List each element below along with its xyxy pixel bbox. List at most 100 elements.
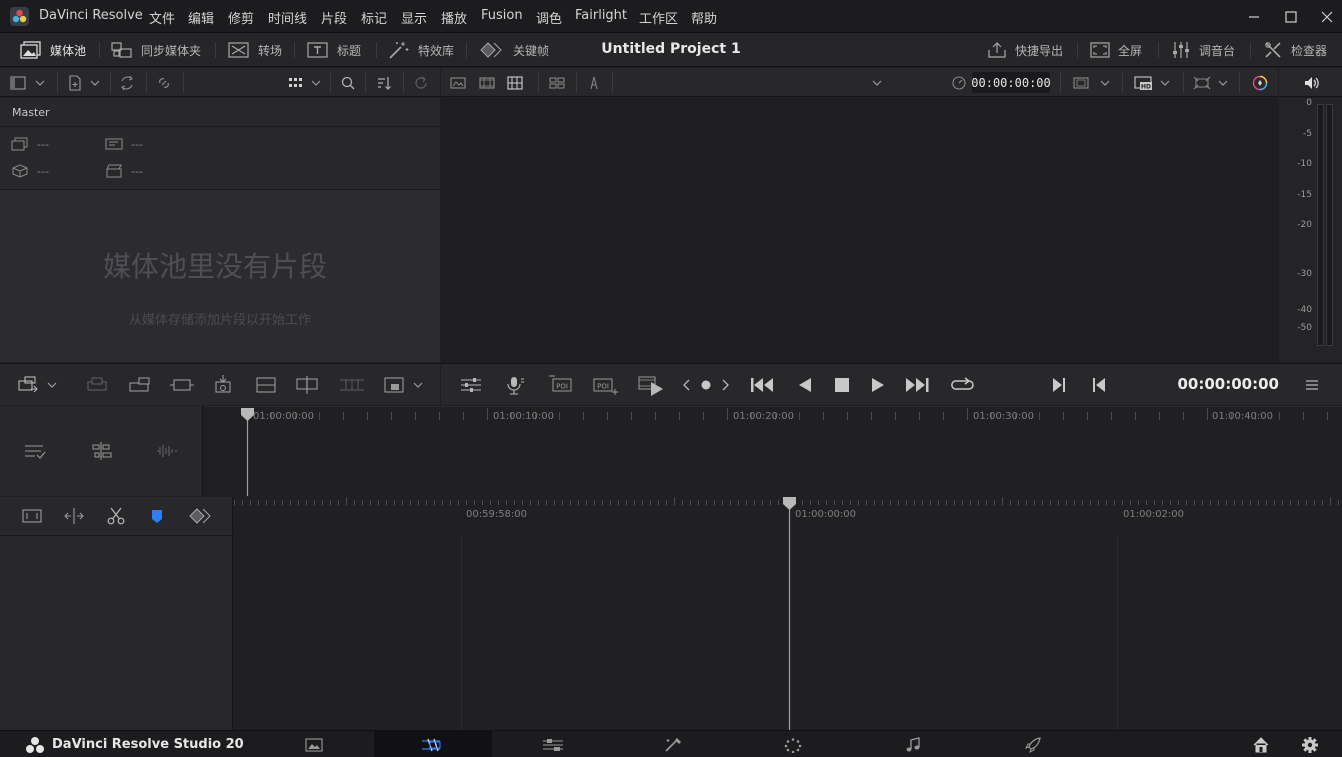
- timeline-overview[interactable]: 01:00:00:00 01:00:10:00 01:00:20:00 01:0…: [204, 406, 1342, 496]
- chevron-down-icon[interactable]: [45, 376, 59, 394]
- safe-area-icon[interactable]: [1072, 74, 1090, 92]
- menu-help[interactable]: 帮助: [691, 8, 717, 27]
- maximize-icon[interactable]: [1283, 9, 1299, 25]
- selection-mode-icon[interactable]: [20, 506, 44, 526]
- transform-icon[interactable]: [1193, 74, 1211, 92]
- color-fx-icon[interactable]: [1251, 74, 1269, 92]
- speaker-icon[interactable]: [1302, 74, 1320, 92]
- place-on-top-icon[interactable]: [211, 374, 237, 396]
- minimize-icon[interactable]: [1246, 9, 1262, 25]
- menu-trim[interactable]: 修剪: [228, 8, 254, 27]
- page-deliver-button[interactable]: [974, 731, 1092, 757]
- menu-timeline[interactable]: 时间线: [268, 8, 307, 27]
- microphone-icon[interactable]: [504, 375, 526, 395]
- list-view-icon[interactable]: [506, 74, 524, 92]
- gear-icon[interactable]: [1301, 736, 1319, 754]
- media-pool-empty-area[interactable]: 媒体池里没有片段 从媒体存储添加片段以开始工作: [0, 189, 440, 362]
- transport-timecode[interactable]: 00:00:00:00: [1153, 375, 1280, 395]
- chevron-down-icon[interactable]: [88, 74, 102, 92]
- play-clip-icon[interactable]: [637, 374, 667, 396]
- audio-wave-icon[interactable]: [585, 74, 603, 92]
- menu-fusion[interactable]: Fusion: [481, 8, 523, 23]
- sidebar-toggle-icon[interactable]: [9, 74, 27, 92]
- media-pool-button[interactable]: 媒体池: [20, 33, 86, 67]
- skip-to-end-icon[interactable]: [903, 375, 933, 395]
- chevron-down-icon[interactable]: [870, 74, 884, 92]
- menu-clip[interactable]: 片段: [321, 8, 347, 27]
- loop-icon[interactable]: [949, 375, 977, 395]
- play-icon[interactable]: [868, 375, 888, 395]
- stop-icon[interactable]: [832, 375, 852, 395]
- page-media-button[interactable]: [255, 731, 373, 757]
- track-align-icon[interactable]: [89, 441, 113, 461]
- sort-icon[interactable]: [375, 74, 393, 92]
- settings-sliders-icon[interactable]: [459, 375, 483, 395]
- keyframe-icon[interactable]: [188, 506, 214, 526]
- replace-clip-icon[interactable]: [127, 374, 153, 396]
- page-cut-button[interactable]: [374, 731, 492, 757]
- scissors-icon[interactable]: [106, 506, 126, 526]
- quick-export-button[interactable]: 快捷导出: [987, 33, 1063, 67]
- sync-icon[interactable]: [118, 74, 136, 92]
- menu-fairlight[interactable]: Fairlight: [575, 8, 627, 23]
- keyframes-button[interactable]: 关键帧: [479, 33, 549, 67]
- menu-playback[interactable]: 播放: [441, 8, 467, 27]
- chevron-down-icon[interactable]: [33, 74, 47, 92]
- poi-icon[interactable]: POI: [547, 374, 575, 396]
- effects-button[interactable]: 特效库: [388, 33, 454, 67]
- next-marker-icon[interactable]: [719, 376, 731, 394]
- menu-view[interactable]: 显示: [401, 8, 427, 27]
- inspector-button[interactable]: 检查器: [1263, 33, 1327, 67]
- ripple-overwrite-icon[interactable]: [295, 374, 321, 396]
- trim-mode-icon[interactable]: [63, 506, 85, 526]
- audio-waveform-icon[interactable]: [154, 441, 180, 461]
- sync-bin-button[interactable]: 同步媒体夹: [111, 33, 201, 67]
- layout-icon[interactable]: [548, 74, 566, 92]
- thumbnail-view-icon[interactable]: [449, 74, 467, 92]
- menu-workspace[interactable]: 工作区: [639, 8, 678, 27]
- menu-edit[interactable]: 编辑: [188, 8, 214, 27]
- fullscreen-button[interactable]: 全屏: [1090, 33, 1142, 67]
- speed-dial-icon[interactable]: [950, 74, 968, 92]
- fit-to-fill-icon[interactable]: [169, 374, 195, 396]
- marker-dot-icon[interactable]: [699, 376, 713, 394]
- chevron-down-icon[interactable]: [1216, 74, 1230, 92]
- hd-output-icon[interactable]: HD: [1133, 74, 1152, 92]
- add-poi-icon[interactable]: POI: [592, 374, 620, 396]
- menu-color[interactable]: 调色: [536, 8, 562, 27]
- source-overwrite-icon[interactable]: [382, 374, 408, 396]
- master-bin[interactable]: Master: [0, 98, 440, 127]
- search-icon[interactable]: [339, 74, 357, 92]
- mixer-button[interactable]: 调音台: [1171, 33, 1235, 67]
- prev-marker-icon[interactable]: [681, 376, 693, 394]
- grid-view-icon[interactable]: [287, 74, 305, 92]
- page-color-button[interactable]: [734, 731, 852, 757]
- chevron-down-icon[interactable]: [1098, 74, 1112, 92]
- unlink-icon[interactable]: [155, 74, 173, 92]
- new-bin-icon[interactable]: [66, 74, 84, 92]
- viewer-canvas[interactable]: [441, 98, 1278, 362]
- timeline-options-icon[interactable]: [23, 441, 47, 461]
- filmstrip-icon[interactable]: [478, 74, 496, 92]
- append-end-icon[interactable]: [253, 374, 279, 396]
- transitions-button[interactable]: 转场: [228, 33, 282, 67]
- page-edit-button[interactable]: [494, 731, 612, 757]
- chevron-down-icon[interactable]: [1158, 74, 1172, 92]
- insert-clip-icon[interactable]: [17, 374, 41, 396]
- timeline-detail[interactable]: 00:59:58:00 01:00:00:00 01:00:02:00: [234, 497, 1342, 730]
- close-up-icon[interactable]: [338, 374, 366, 396]
- mark-out-icon[interactable]: [1090, 375, 1108, 395]
- menu-mark[interactable]: 标记: [361, 8, 387, 27]
- menu-file[interactable]: 文件: [149, 8, 175, 27]
- viewer-timecode[interactable]: 00:00:00:00: [971, 72, 1051, 93]
- chevron-down-icon[interactable]: [411, 376, 425, 394]
- hamburger-menu-icon[interactable]: [1303, 376, 1321, 394]
- close-icon[interactable]: [1319, 9, 1335, 25]
- chevron-down-icon[interactable]: [309, 74, 323, 92]
- page-fairlight-button[interactable]: [854, 731, 972, 757]
- overwrite-clip-icon[interactable]: [85, 374, 111, 396]
- refresh-icon[interactable]: [412, 74, 430, 92]
- page-fusion-button[interactable]: [614, 731, 732, 757]
- skip-to-start-icon[interactable]: [749, 375, 777, 395]
- play-reverse-icon[interactable]: [795, 375, 815, 395]
